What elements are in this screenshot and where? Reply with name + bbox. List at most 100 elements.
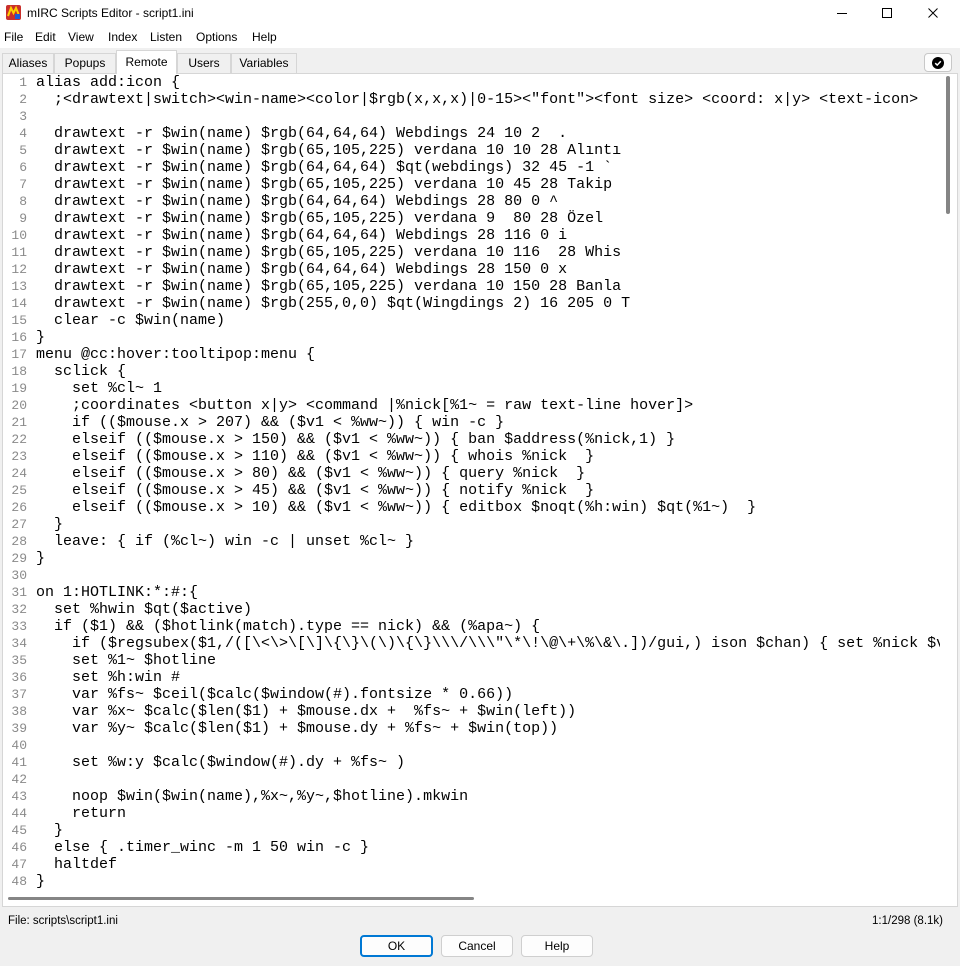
code-line[interactable]: 11 drawtext -r $win(name) $rgb(65,105,22… — [3, 244, 940, 261]
code-line[interactable]: 15 clear -c $win(name) — [3, 312, 940, 329]
line-text[interactable]: } — [36, 516, 63, 533]
code-line[interactable]: 23 elseif (($mouse.x > 110) && ($v1 < %w… — [3, 448, 940, 465]
cancel-button[interactable]: Cancel — [441, 935, 513, 957]
code-line[interactable]: 41 set %w:y $calc($window(#).dy + %fs~ ) — [3, 754, 940, 771]
tab-remote[interactable]: Remote — [116, 50, 177, 74]
line-text[interactable]: drawtext -r $win(name) $rgb(65,105,225) … — [36, 278, 621, 295]
code-line[interactable]: 46 else { .timer_winc -m 1 50 win -c } — [3, 839, 940, 856]
line-text[interactable]: elseif (($mouse.x > 45) && ($v1 < %ww~))… — [36, 482, 594, 499]
code-lines[interactable]: 1 alias add:icon {2 ;<drawtext|switch><wi… — [3, 74, 940, 906]
line-text[interactable]: set %1~ $hotline — [36, 652, 216, 669]
line-text[interactable]: else { .timer_winc -m 1 50 win -c } — [36, 839, 369, 856]
line-text[interactable]: elseif (($mouse.x > 150) && ($v1 < %ww~)… — [36, 431, 675, 448]
code-line[interactable]: 28 leave: { if (%cl~) win -c | unset %cl… — [3, 533, 940, 550]
line-text[interactable]: clear -c $win(name) — [36, 312, 225, 329]
line-text[interactable]: alias add:icon { — [36, 74, 180, 91]
menu-index[interactable]: Index — [108, 30, 137, 45]
code-line[interactable]: 29} — [3, 550, 940, 567]
code-line[interactable]: 27 } — [3, 516, 940, 533]
line-text[interactable]: menu @cc:hover:tooltipop:menu { — [36, 346, 315, 363]
line-text[interactable]: leave: { if (%cl~) win -c | unset %cl~ } — [36, 533, 414, 550]
help-button[interactable]: Help — [521, 935, 593, 957]
line-text[interactable]: on 1:HOTLINK:*:#:{ — [36, 584, 198, 601]
code-line[interactable]: 8 drawtext -r $win(name) $rgb(64,64,64) … — [3, 193, 940, 210]
line-text[interactable]: ;coordinates <button x|y> <command |%nic… — [36, 397, 693, 414]
code-line[interactable]: 5 drawtext -r $win(name) $rgb(65,105,225… — [3, 142, 940, 159]
code-line[interactable]: 21 if (($mouse.x > 207) && ($v1 < %ww~))… — [3, 414, 940, 431]
menu-options[interactable]: Options — [196, 30, 237, 45]
line-text[interactable]: } — [36, 550, 45, 567]
menu-file[interactable]: File — [4, 30, 23, 45]
code-line[interactable]: 19 set %cl~ 1 — [3, 380, 940, 397]
code-line[interactable]: 20 ;coordinates <button x|y> <command |%… — [3, 397, 940, 414]
menu-edit[interactable]: Edit — [35, 30, 56, 45]
code-line[interactable]: 44 return — [3, 805, 940, 822]
tab-variables[interactable]: Variables — [231, 53, 297, 73]
code-line[interactable]: 36 set %h:win # — [3, 669, 940, 686]
menu-help[interactable]: Help — [252, 30, 277, 45]
line-text[interactable]: set %w:y $calc($window(#).dy + %fs~ ) — [36, 754, 405, 771]
line-text[interactable]: } — [36, 329, 45, 346]
code-line[interactable]: 37 var %fs~ $ceil($calc($window(#).fonts… — [3, 686, 940, 703]
line-text[interactable]: if ($regsubex($1,/([\<\>\[\]\{\}\(\)\{\}… — [36, 635, 940, 652]
code-line[interactable]: 38 var %x~ $calc($len($1) + $mouse.dx + … — [3, 703, 940, 720]
tab-popups[interactable]: Popups — [54, 53, 116, 73]
vertical-scrollbar-thumb[interactable] — [946, 76, 950, 214]
code-line[interactable]: 35 set %1~ $hotline — [3, 652, 940, 669]
code-line[interactable]: 33 if ($1) && ($hotlink(match).type == n… — [3, 618, 940, 635]
code-line[interactable]: 45 } — [3, 822, 940, 839]
line-text[interactable]: if ($1) && ($hotlink(match).type == nick… — [36, 618, 540, 635]
code-line[interactable]: 26 elseif (($mouse.x > 10) && ($v1 < %ww… — [3, 499, 940, 516]
maximize-button[interactable] — [864, 0, 910, 26]
code-line[interactable]: 4 drawtext -r $win(name) $rgb(64,64,64) … — [3, 125, 940, 142]
line-text[interactable]: ;<drawtext|switch><win-name><color|$rgb(… — [36, 91, 918, 108]
code-line[interactable]: 25 elseif (($mouse.x > 45) && ($v1 < %ww… — [3, 482, 940, 499]
tab-aliases[interactable]: Aliases — [2, 53, 54, 73]
line-text[interactable]: sclick { — [36, 363, 126, 380]
line-text[interactable]: set %cl~ 1 — [36, 380, 162, 397]
line-text[interactable]: drawtext -r $win(name) $rgb(64,64,64) $q… — [36, 159, 612, 176]
code-line[interactable]: 32 set %hwin $qt($active) — [3, 601, 940, 618]
code-line[interactable]: 22 elseif (($mouse.x > 150) && ($v1 < %w… — [3, 431, 940, 448]
code-line[interactable]: 47 haltdef — [3, 856, 940, 873]
line-text[interactable]: } — [36, 873, 45, 890]
line-text[interactable]: set %hwin $qt($active) — [36, 601, 252, 618]
line-text[interactable]: drawtext -r $win(name) $rgb(64,64,64) We… — [36, 227, 567, 244]
code-line[interactable]: 10 drawtext -r $win(name) $rgb(64,64,64)… — [3, 227, 940, 244]
code-line[interactable]: 13 drawtext -r $win(name) $rgb(65,105,22… — [3, 278, 940, 295]
code-line[interactable]: 31 on 1:HOTLINK:*:#:{ — [3, 584, 940, 601]
line-text[interactable]: set %h:win # — [36, 669, 180, 686]
line-text[interactable]: drawtext -r $win(name) $rgb(64,64,64) We… — [36, 193, 558, 210]
tab-users[interactable]: Users — [177, 53, 231, 73]
minimize-button[interactable] — [819, 0, 865, 26]
line-text[interactable]: drawtext -r $win(name) $rgb(255,0,0) $qt… — [36, 295, 630, 312]
code-line[interactable]: 7 drawtext -r $win(name) $rgb(65,105,225… — [3, 176, 940, 193]
menu-listen[interactable]: Listen — [150, 30, 182, 45]
code-line[interactable]: 34 if ($regsubex($1,/([\<\>\[\]\{\}\(\)\… — [3, 635, 940, 652]
line-text[interactable]: var %fs~ $ceil($calc($window(#).fontsize… — [36, 686, 513, 703]
line-text[interactable]: haltdef — [36, 856, 117, 873]
code-line[interactable]: 42 — [3, 771, 940, 788]
line-text[interactable]: return — [36, 805, 126, 822]
line-text[interactable]: elseif (($mouse.x > 10) && ($v1 < %ww~))… — [36, 499, 756, 516]
code-line[interactable]: 9 drawtext -r $win(name) $rgb(65,105,225… — [3, 210, 940, 227]
code-line[interactable]: 40 — [3, 737, 940, 754]
horizontal-scrollbar-thumb[interactable] — [8, 897, 474, 900]
code-line[interactable]: 17 menu @cc:hover:tooltipop:menu { — [3, 346, 940, 363]
line-text[interactable]: var %y~ $calc($len($1) + $mouse.dy + %fs… — [36, 720, 558, 737]
code-line[interactable]: 3 — [3, 108, 940, 125]
check-button[interactable] — [924, 53, 952, 72]
menu-view[interactable]: View — [68, 30, 94, 45]
code-editor[interactable]: 1 alias add:icon {2 ;<drawtext|switch><wi… — [2, 73, 958, 907]
line-text[interactable]: if (($mouse.x > 207) && ($v1 < %ww~)) { … — [36, 414, 504, 431]
code-line[interactable]: 12 drawtext -r $win(name) $rgb(64,64,64)… — [3, 261, 940, 278]
code-line[interactable]: 43 noop $win($win(name),%x~,%y~,$hotline… — [3, 788, 940, 805]
line-text[interactable]: elseif (($mouse.x > 110) && ($v1 < %ww~)… — [36, 448, 594, 465]
close-button[interactable] — [910, 0, 956, 26]
line-text[interactable]: } — [36, 822, 63, 839]
line-text[interactable]: drawtext -r $win(name) $rgb(65,105,225) … — [36, 176, 612, 193]
code-line[interactable]: 24 elseif (($mouse.x > 80) && ($v1 < %ww… — [3, 465, 940, 482]
code-line[interactable]: 30 — [3, 567, 940, 584]
code-line[interactable]: 39 var %y~ $calc($len($1) + $mouse.dy + … — [3, 720, 940, 737]
line-text[interactable]: drawtext -r $win(name) $rgb(65,105,225) … — [36, 142, 621, 159]
